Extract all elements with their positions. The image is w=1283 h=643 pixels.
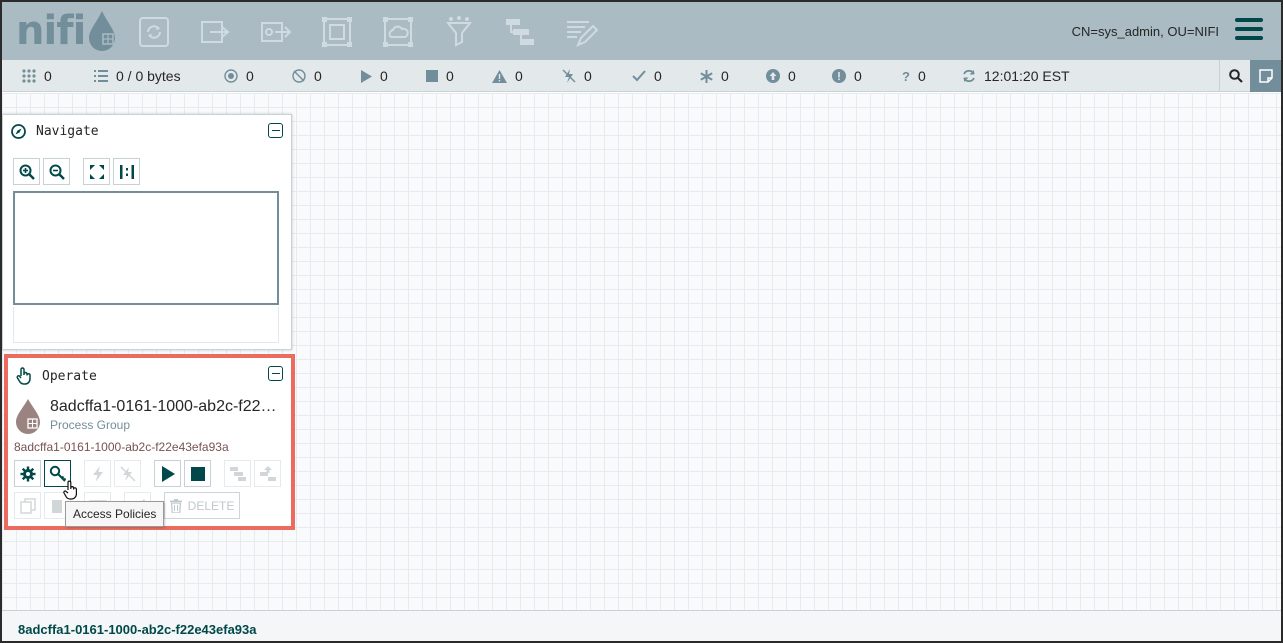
running-stat: 0 [360, 60, 388, 92]
process-group-icon[interactable] [319, 14, 355, 50]
access-policies-tooltip: Access Policies [65, 501, 165, 527]
upload-template-button[interactable] [254, 460, 281, 487]
start-button[interactable] [154, 460, 181, 487]
fit-button[interactable] [83, 158, 110, 185]
zoom-out-icon [49, 164, 65, 180]
stale-stat: 0 [766, 60, 796, 92]
play-icon [161, 465, 175, 482]
label-icon[interactable] [563, 14, 599, 50]
input-port-icon[interactable] [197, 14, 233, 50]
birdseye-view[interactable] [13, 191, 279, 305]
hand-cursor-icon [63, 480, 77, 500]
play-icon [360, 69, 372, 83]
sync-failure-stat: ? 0 [902, 68, 926, 84]
nifi-logo: nifi [16, 8, 117, 54]
navigate-header: Navigate [11, 124, 99, 139]
zoom-in-icon [19, 164, 35, 180]
create-template-button[interactable] [224, 460, 251, 487]
compass-icon [11, 124, 26, 139]
disabled-stat: 0 [562, 60, 592, 92]
locally-modified-stat: 0 [700, 60, 729, 92]
copy-icon [19, 497, 36, 514]
flow-status-bar: 0 0 / 0 bytes 0 0 0 0 0 0 0 0 0 0 ? 0 12… [2, 60, 1281, 92]
operate-header: Operate [16, 367, 97, 385]
delete-label: DELETE [187, 498, 235, 513]
transmitting-icon [224, 69, 238, 83]
search-icon [1228, 69, 1243, 83]
expand-icon [89, 164, 104, 179]
copy-button[interactable] [14, 492, 41, 519]
question-icon: ? [902, 68, 910, 84]
selection-id: 8adcffa1-0161-1000-ab2c-f22e43efa93a [14, 440, 229, 454]
operate-collapse-button[interactable] [268, 366, 283, 381]
operate-panel: Operate 8adcffa1-0161-1000-ab2c-f22e43ef… [8, 358, 291, 527]
hand-pointer-icon [16, 367, 32, 385]
active-threads-stat: 0 [22, 60, 52, 92]
logo-text: nifi [16, 8, 86, 54]
stop-icon [190, 466, 205, 481]
logo-drop-icon [89, 11, 116, 51]
last-refreshed-stat[interactable]: 12:01:20 EST [962, 60, 1070, 92]
stop-icon [426, 70, 438, 82]
not-transmitting-stat: 0 [292, 60, 322, 92]
template-icon[interactable] [502, 14, 538, 50]
operate-title: Operate [42, 368, 97, 384]
flow-canvas[interactable]: Navigate Operate 8adcffa1-0161-1000-ab2c… [2, 93, 1281, 610]
flash-icon [92, 465, 103, 482]
birdseye-footer [13, 307, 279, 343]
remote-process-group-icon[interactable] [380, 14, 416, 50]
upload-template-icon [259, 465, 276, 481]
sticky-note-icon [1258, 69, 1273, 83]
threads-icon [22, 69, 36, 83]
bulletin-board-button[interactable] [1250, 60, 1281, 92]
header: nifi CN=sys_admin, OU=NIFI [2, 2, 1281, 60]
invalid-stat: 0 [492, 60, 523, 92]
queued-stat: 0 / 0 bytes [94, 60, 181, 92]
navigate-panel: Navigate [2, 114, 292, 350]
operate-panel-highlight: Operate 8adcffa1-0161-1000-ab2c-f22e43ef… [4, 354, 295, 530]
up-to-date-stat: 0 [632, 60, 662, 92]
check-icon [632, 70, 646, 82]
template-icon [229, 466, 246, 481]
disable-icon [119, 465, 136, 482]
warning-icon [492, 69, 507, 83]
stop-button[interactable] [184, 460, 211, 487]
asterisk-icon [700, 69, 713, 83]
breadcrumbs-bar: 8adcffa1-0161-1000-ab2c-f22e43efa93a [2, 610, 1281, 641]
transmitting-stat: 0 [224, 60, 254, 92]
enable-button[interactable] [84, 460, 111, 487]
stopped-stat: 0 [426, 60, 454, 92]
zoom-out-button[interactable] [43, 158, 70, 185]
zoom-in-button[interactable] [13, 158, 40, 185]
disabled-icon [562, 69, 576, 83]
locally-modified-stale-stat: 0 [832, 60, 862, 92]
search-button[interactable] [1219, 60, 1251, 92]
navigate-title: Navigate [36, 124, 99, 139]
funnel-icon[interactable] [441, 14, 477, 50]
arrow-circle-up-icon [766, 69, 780, 83]
selection-name: 8adcffa1-0161-1000-ab2c-f22e43efa93a [50, 398, 282, 415]
breadcrumb-root[interactable]: 8adcffa1-0161-1000-ab2c-f22e43efa93a [18, 622, 257, 637]
gear-icon [20, 466, 35, 481]
process-group-drop-icon [16, 399, 40, 434]
global-menu-icon[interactable] [1235, 18, 1263, 42]
navigate-collapse-button[interactable] [268, 123, 283, 138]
delete-button[interactable]: DELETE [164, 492, 240, 519]
actual-size-button[interactable] [113, 158, 140, 185]
list-icon [94, 70, 108, 82]
nifi-window: nifi CN=sys_admin, OU=NIFI 0 0 / 0 bytes… [0, 0, 1283, 643]
processor-icon[interactable] [136, 14, 172, 50]
actual-size-icon [119, 164, 134, 179]
selection-type: Process Group [50, 418, 131, 432]
output-port-icon[interactable] [258, 14, 294, 50]
disable-button[interactable] [114, 460, 141, 487]
not-transmitting-icon [292, 69, 306, 83]
configure-button[interactable] [14, 460, 41, 487]
trash-icon [169, 498, 182, 513]
exclamation-circle-icon [832, 69, 846, 83]
current-user: CN=sys_admin, OU=NIFI [1071, 24, 1219, 39]
refresh-icon[interactable] [962, 69, 976, 83]
